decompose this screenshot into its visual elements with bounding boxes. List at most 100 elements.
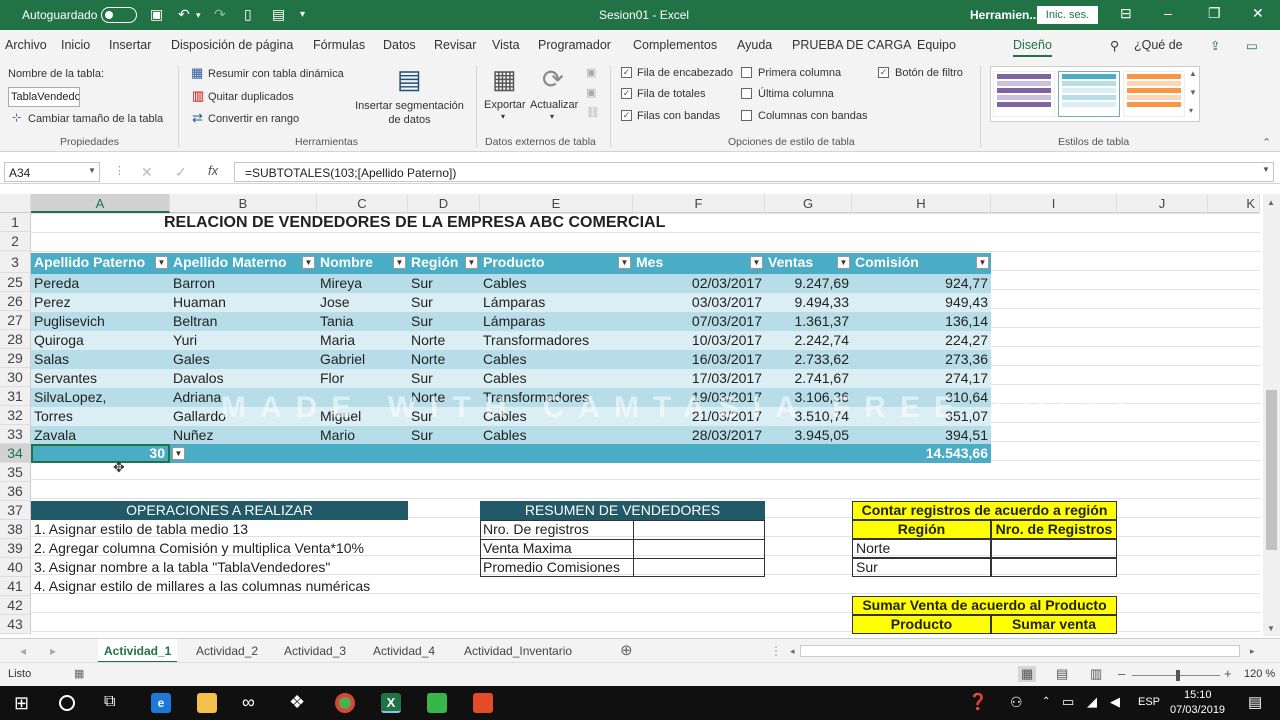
expand-formula-icon[interactable]: ▼ [1262,165,1270,174]
filter-dropdown-icon[interactable]: ▼ [750,256,763,269]
cell-mes[interactable]: 28/03/2017 [633,426,765,445]
close-icon[interactable]: ✕ [1252,5,1264,22]
filter-dropdown-icon[interactable]: ▼ [618,256,631,269]
sheet-tab-actividad-2[interactable]: Actividad_2 [190,639,264,663]
cell-nombre[interactable]: Mario [317,426,408,445]
sign-in-button[interactable]: Inic. ses. [1037,6,1098,24]
clock-time[interactable]: 15:10 [1184,689,1212,701]
total-commission-cell[interactable]: 14.543,66 [852,444,991,463]
header-region[interactable]: Región ▼ [408,253,480,274]
cell-producto[interactable]: Cables [480,426,633,445]
vertical-scrollbar[interactable]: ▲ ▼ [1263,194,1280,636]
banded-rows-checkbox[interactable]: ✓ [621,110,632,121]
col-header-d[interactable]: D [408,194,480,213]
convert-to-range-button[interactable]: Convertir en rango [208,113,299,125]
cell-comision[interactable]: 136,14 [852,312,991,331]
cell-mes[interactable]: 07/03/2017 [633,312,765,331]
tab-ayuda[interactable]: Ayuda [737,38,772,52]
tell-me-search[interactable]: ¿Qué de [1134,38,1183,52]
col-header-b[interactable]: B [170,194,317,213]
table-style-orange[interactable] [1123,71,1185,117]
tab-programador[interactable]: Programador [538,38,611,52]
redo-icon[interactable]: ↷ [214,6,226,23]
zoom-level[interactable]: 120 % [1244,668,1275,680]
cell-comision[interactable]: 273,36 [852,350,991,369]
row-header[interactable]: 33 [0,425,31,444]
filter-dropdown-icon[interactable]: ▼ [976,256,989,269]
cell-apellido-paterno[interactable]: Salas [31,350,170,369]
properties-icon[interactable]: ▣ [586,66,596,79]
row-header[interactable]: 28 [0,330,31,349]
cell-apellido-paterno[interactable]: SilvaLopez, [31,388,170,407]
cell-region[interactable]: Sur [408,426,480,445]
unlink-icon[interactable]: ⛓ [586,106,600,119]
cortana-icon[interactable] [59,695,75,711]
tab-formulas[interactable]: Fórmulas [313,38,365,52]
customize-qat-icon[interactable]: ▾ [300,9,305,20]
cell-comision[interactable]: 224,27 [852,331,991,350]
hscroll-left-icon[interactable]: ◂ [784,639,801,663]
row-header[interactable]: 27 [0,311,31,330]
cell-apellido-paterno[interactable]: Perez [31,293,170,312]
header-comision[interactable]: Comisión ▼ [852,253,991,274]
gallery-up-icon[interactable]: ▲ [1189,69,1197,78]
tab-archivo[interactable]: Archivo [5,38,47,52]
insert-slicer-button[interactable]: Insertar segmentación de datos [352,99,467,127]
power-icon[interactable]: ▭ [1062,694,1074,710]
cell-region[interactable]: Norte [408,331,480,350]
filter-dropdown-icon[interactable]: ▼ [155,256,168,269]
scroll-thumb[interactable] [1266,390,1277,550]
save-icon[interactable]: ▣ [150,6,163,23]
sheet-tab-inventario[interactable]: Actividad_Inventario [458,639,578,663]
col-header-g[interactable]: G [765,194,852,213]
horizontal-scrollbar[interactable] [800,645,1240,657]
tray-expand-icon[interactable]: ⌃ [1042,696,1050,707]
zoom-in-icon[interactable]: + [1224,666,1232,681]
ribbon-display-icon[interactable]: ⊟ [1120,5,1132,22]
cell-apellido-materno[interactable]: Beltran [170,312,317,331]
total-row-checkbox[interactable]: ✓ [621,88,632,99]
col-header-c[interactable]: C [317,194,408,213]
row-header[interactable]: 41 [0,577,31,596]
tab-complementos[interactable]: Complementos [633,38,717,52]
cell-producto[interactable]: Lámparas [480,293,633,312]
summarize-pivot-button[interactable]: Resumir con tabla dinámica [208,68,344,80]
print-preview-icon[interactable]: ▤ [272,6,285,23]
cell-apellido-materno[interactable]: Yuri [170,331,317,350]
next-sheet-icon[interactable]: ▸ [44,639,62,663]
filter-dropdown-icon[interactable]: ▼ [465,256,478,269]
scroll-up-icon[interactable]: ▲ [1267,198,1275,207]
cell-ventas[interactable]: 2.741,67 [765,369,852,388]
arduino-icon[interactable]: ∞ [242,692,255,713]
task-view-icon[interactable]: ⧉ [104,693,115,711]
row-header[interactable]: 43 [0,615,31,634]
worksheet-grid[interactable]: RELACION DE VENDEDORES DE LA EMPRESA ABC… [31,213,1260,636]
autosave-toggle[interactable] [101,7,137,23]
cell-comision[interactable]: 949,43 [852,293,991,312]
open-browser-icon[interactable]: ▣ [586,86,596,99]
dropbox-icon[interactable]: ❖ [289,692,305,713]
name-box[interactable]: A34 [4,162,100,182]
row-header[interactable]: 34 [0,444,31,463]
refresh-button[interactable]: Actualizar [530,99,578,111]
remove-duplicates-button[interactable]: Quitar duplicados [208,91,294,103]
cell-region[interactable]: Norte [408,350,480,369]
cell-region[interactable]: Sur [408,312,480,331]
total-function-dropdown-icon[interactable]: ▼ [172,447,185,460]
comments-icon[interactable]: ▭ [1246,38,1258,53]
count-region-value[interactable] [991,539,1117,558]
first-column-checkbox[interactable] [741,67,752,78]
clock-date[interactable]: 07/03/2019 [1170,704,1225,716]
tab-vista[interactable]: Vista [492,38,520,52]
cell-nombre[interactable]: Maria [317,331,408,350]
network-icon[interactable]: ◢ [1087,694,1097,710]
cell-apellido-materno[interactable]: Davalos [170,369,317,388]
undo-dropdown-icon[interactable]: ▾ [196,10,201,21]
total-count-cell[interactable]: 30 [31,444,170,463]
action-center-icon[interactable]: ▤ [1248,693,1262,711]
cell-nombre[interactable]: Tania [317,312,408,331]
cell-nombre[interactable]: Mireya [317,274,408,293]
cell-producto[interactable]: Cables [480,274,633,293]
header-producto[interactable]: Producto ▼ [480,253,633,274]
tab-disposicion[interactable]: Disposición de página [171,38,293,52]
